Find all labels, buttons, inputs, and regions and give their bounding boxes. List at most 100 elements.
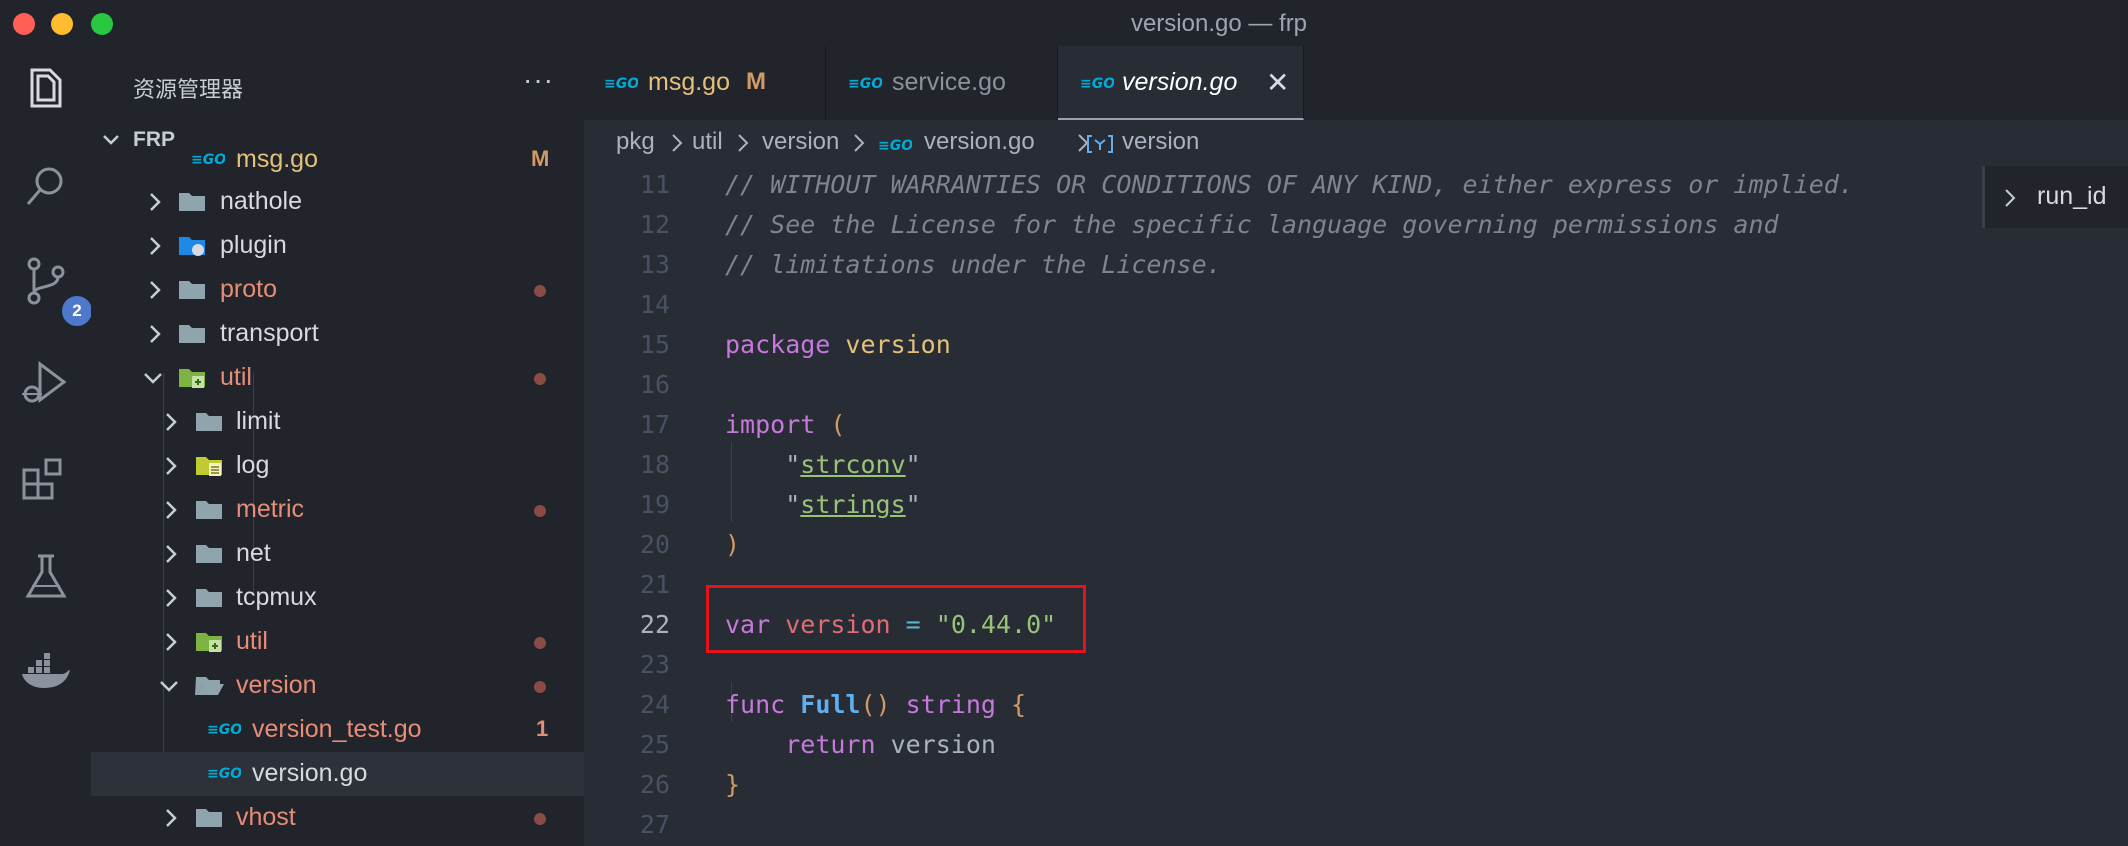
code-comment: // limitations under the License. bbox=[725, 250, 1222, 279]
docker-icon[interactable] bbox=[18, 646, 74, 702]
tab-msg-go[interactable]: ≡GO msg.go M bbox=[584, 46, 826, 120]
tree-item-util-inner[interactable]: util bbox=[91, 620, 584, 664]
line-number: 11 bbox=[639, 170, 670, 199]
tree-item-util[interactable]: util bbox=[91, 356, 584, 400]
tree-item-plugin[interactable]: plugin bbox=[91, 224, 584, 268]
chevron-right-icon bbox=[854, 134, 865, 152]
tree-item-label: version_test.go bbox=[252, 715, 422, 743]
import-path[interactable]: strconv bbox=[800, 450, 905, 479]
line-number: 19 bbox=[639, 490, 670, 519]
folder-icon bbox=[196, 501, 222, 519]
go-file-icon: ≡GO bbox=[848, 76, 882, 92]
more-actions-button[interactable]: ··· bbox=[523, 64, 554, 96]
code-line: 17 import ( bbox=[584, 406, 2128, 446]
line-number: 25 bbox=[639, 730, 670, 759]
tree-item-label: limit bbox=[236, 407, 281, 435]
breadcrumb: pkg util version ≡GO version.go version bbox=[584, 120, 2128, 166]
code-line: 12 // See the License for the specific l… bbox=[584, 206, 2128, 246]
paren: () bbox=[860, 690, 891, 719]
tree-item-label: log bbox=[236, 451, 270, 479]
keyword: return bbox=[785, 730, 876, 759]
highlight-annotation-box bbox=[706, 585, 1086, 653]
extensions-icon[interactable] bbox=[18, 452, 74, 508]
source-control-button[interactable]: 2 bbox=[18, 254, 94, 328]
modified-dot bbox=[534, 637, 546, 649]
go-file-icon: ≡GO bbox=[191, 152, 225, 168]
code-comment: // See the License for the specific lang… bbox=[725, 210, 1779, 239]
chevron-down-icon bbox=[160, 681, 178, 692]
brace: { bbox=[1011, 690, 1027, 719]
tree-item-version-go[interactable]: ≡GO version.go bbox=[91, 752, 584, 796]
close-tab-button[interactable]: ✕ bbox=[1266, 66, 1289, 99]
line-number: 18 bbox=[639, 450, 670, 479]
variable-symbol-icon bbox=[1087, 135, 1113, 153]
chevron-right-icon bbox=[2005, 189, 2016, 207]
line-number: 20 bbox=[639, 530, 670, 559]
line-number: 17 bbox=[639, 410, 670, 439]
code-editor[interactable]: 11 // WITHOUT WARRANTIES OR CONDITIONS O… bbox=[584, 166, 2128, 846]
breadcrumb-item[interactable]: version bbox=[1122, 128, 1199, 156]
run-debug-icon[interactable] bbox=[18, 356, 74, 412]
source-control-badge: 2 bbox=[60, 294, 94, 328]
breadcrumb-item[interactable]: version.go bbox=[924, 128, 1035, 156]
code-line: 26 } bbox=[584, 766, 2128, 806]
tab-service-go[interactable]: ≡GO service.go bbox=[826, 46, 1058, 120]
folder-icon bbox=[179, 325, 205, 343]
chevron-right-icon bbox=[738, 134, 749, 152]
tree-item-limit[interactable]: limit bbox=[91, 400, 584, 444]
tree-item-label: version.go bbox=[252, 759, 368, 787]
tree-item-log[interactable]: log bbox=[91, 444, 584, 488]
code-line: 27 bbox=[584, 806, 2128, 846]
code-line: 14 bbox=[584, 286, 2128, 326]
chevron-right-icon bbox=[150, 325, 161, 343]
tree-item-metric[interactable]: metric bbox=[91, 488, 584, 532]
paren: ) bbox=[725, 530, 741, 559]
tab-version-go[interactable]: ≡GO version.go ✕ bbox=[1058, 46, 1304, 120]
code-line: 24 func Full() string { bbox=[584, 686, 2128, 726]
tree-item-transport[interactable]: transport bbox=[91, 312, 584, 356]
tab-label: version.go bbox=[1122, 68, 1238, 96]
package-name: version bbox=[845, 330, 951, 359]
keyword: import bbox=[725, 410, 816, 439]
chevron-right-icon bbox=[166, 589, 177, 607]
function-name: Full bbox=[800, 690, 861, 719]
code-comment: // WITHOUT WARRANTIES OR CONDITIONS OF A… bbox=[725, 170, 1854, 199]
tree-item-net[interactable]: net bbox=[91, 532, 584, 576]
tree-item-tcpmux[interactable]: tcpmux bbox=[91, 576, 584, 620]
editor-tabs: ≡GO msg.go M ≡GO service.go ≡GO version.… bbox=[584, 46, 2128, 120]
tree-item-label: vhost bbox=[236, 803, 296, 831]
tree-item-version-test-go[interactable]: ≡GO version_test.go 1 bbox=[91, 708, 584, 752]
folder-icon bbox=[179, 281, 205, 299]
tree-item-label: metric bbox=[236, 495, 305, 523]
chevron-right-icon bbox=[166, 457, 177, 475]
tree-item-vhost[interactable]: vhost bbox=[91, 796, 584, 840]
chevron-right-icon bbox=[150, 237, 161, 255]
chevron-right-icon bbox=[672, 134, 683, 152]
code-line: 19 "strings" bbox=[584, 486, 2128, 526]
code-line: 13 // limitations under the License. bbox=[584, 246, 2128, 286]
import-path[interactable]: strings bbox=[800, 490, 905, 519]
tree-item-label: version bbox=[236, 671, 317, 699]
svg-text:≡GO: ≡GO bbox=[878, 138, 912, 154]
breadcrumb-item[interactable]: util bbox=[692, 128, 723, 156]
title-bar: version.go — frp bbox=[0, 0, 2128, 46]
breadcrumb-item[interactable]: version bbox=[762, 128, 839, 156]
breadcrumb-item[interactable]: pkg bbox=[616, 128, 655, 156]
tree-item-msg-go[interactable]: ≡GO msg.go M bbox=[91, 138, 584, 182]
code-line: 20 ) bbox=[584, 526, 2128, 566]
chevron-right-icon bbox=[166, 413, 177, 431]
folder-icon bbox=[196, 413, 222, 431]
go-file-icon: ≡GO bbox=[207, 722, 241, 738]
files-icon[interactable] bbox=[18, 60, 74, 116]
tree-item-proto[interactable]: proto bbox=[91, 268, 584, 312]
folder-icon bbox=[179, 193, 205, 211]
testing-icon[interactable] bbox=[18, 548, 74, 604]
brace: } bbox=[725, 770, 741, 799]
chevron-right-icon bbox=[166, 501, 177, 519]
outline-sticky-widget[interactable]: run_id bbox=[1982, 166, 2128, 228]
search-icon[interactable] bbox=[18, 158, 74, 214]
tree-item-version[interactable]: version bbox=[91, 664, 584, 708]
tree-item-nathole[interactable]: nathole bbox=[91, 180, 584, 224]
folder-icon bbox=[196, 545, 222, 563]
keyword: package bbox=[725, 330, 831, 359]
